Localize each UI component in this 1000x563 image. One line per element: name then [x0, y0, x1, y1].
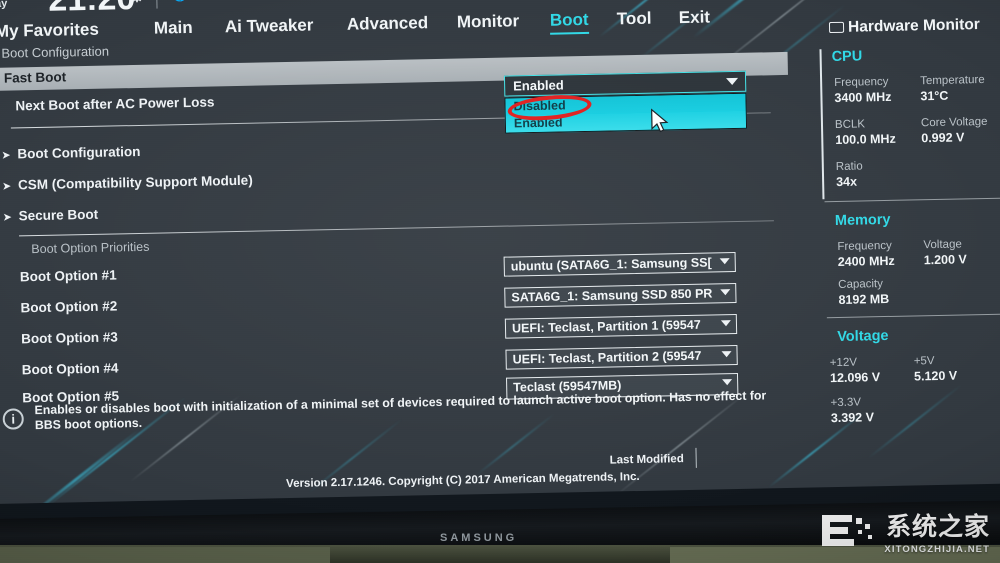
tab-monitor[interactable]: Monitor — [457, 11, 520, 34]
rail-5v-key: +5V — [913, 355, 935, 368]
last-modified-label[interactable]: Last Modified — [610, 453, 684, 466]
watermark-logo-icon — [822, 515, 872, 546]
bios-version-text: Version 2.17.1246. Copyright (C) 2017 Am… — [285, 470, 640, 491]
fast-boot-label: Fast Boot — [3, 69, 67, 86]
tab-advanced[interactable]: Advanced — [347, 13, 429, 37]
cpu-temperature-key: Temperature — [920, 73, 985, 88]
tab-ai-tweaker[interactable]: Ai Tweaker — [225, 15, 314, 39]
mem-frequency-key: Frequency — [837, 239, 892, 253]
bios-screen: ty Advanced Mode 1/2017 day 21:20 ⚙ 🌐Eng… — [0, 0, 1000, 504]
rail-33v-key: +3.3V — [830, 396, 862, 410]
info-icon: i — [2, 408, 24, 430]
rail-12v-value: 12.096 V — [829, 370, 881, 386]
watermark-en-text: XITONGZHIJIA.NET — [884, 544, 990, 555]
chevron-down-icon — [726, 77, 739, 86]
mem-capacity-key: Capacity — [838, 278, 884, 291]
boot-option-3-label: Boot Option #3 — [20, 329, 119, 347]
mem-voltage-key: Voltage — [923, 238, 962, 252]
cpu-frequency-value: 3400 MHz — [834, 89, 892, 105]
globe-icon: 🌐 — [172, 0, 188, 3]
footer-divider — [695, 447, 697, 468]
chevron-right-icon: ➤ — [1, 149, 11, 162]
boot-priorities-heading: Boot Option Priorities — [31, 239, 150, 257]
photo-of-monitor: ty Advanced Mode 1/2017 day 21:20 ⚙ 🌐Eng… — [0, 0, 1000, 563]
cpu-section-accent — [819, 49, 825, 200]
csm-label: CSM (Compatibility Support Module) — [17, 172, 253, 193]
system-clock: 21:20 — [48, 0, 136, 20]
mem-capacity-value: 8192 MB — [838, 291, 890, 307]
myfavorite-button[interactable]: 🗄MyFavorite(F3) — [263, 0, 372, 1]
mem-voltage-value: 1.200 V — [923, 252, 967, 268]
boot-option-2-label: Boot Option #2 — [20, 298, 118, 316]
dropdown-option-enabled[interactable]: Enabled — [505, 110, 747, 133]
settings-list: Fast Boot Next Boot after AC Power Loss … — [0, 51, 794, 405]
site-watermark: 系统之家 XITONGZHIJIA.NET — [818, 505, 994, 555]
mem-frequency-value: 2400 MHz — [837, 253, 895, 269]
secure-boot-label: Secure Boot — [18, 206, 99, 224]
cpu-bclk-key: BCLK — [834, 118, 866, 131]
boot-option-4-label: Boot Option #4 — [21, 360, 119, 378]
gear-icon[interactable]: ⚙ — [129, 0, 145, 7]
rail-5v-value: 5.120 V — [913, 368, 958, 384]
chevron-down-icon — [721, 351, 732, 358]
system-date: 1/2017 day — [0, 0, 22, 10]
desk-left — [0, 547, 330, 563]
hwm-section-cpu: CPU — [831, 48, 863, 66]
monitor-brand-logo: SAMSUNG — [440, 532, 518, 544]
cpu-core-voltage-value: 0.992 V — [921, 130, 965, 146]
fast-boot-dropdown-options[interactable]: Disabled Enabled — [504, 92, 748, 134]
cpu-core-voltage-key: Core Voltage — [920, 115, 988, 130]
chevron-down-icon — [720, 289, 731, 296]
bookmark-icon: 🗄 — [263, 0, 279, 1]
tab-main[interactable]: Main — [154, 18, 193, 41]
date-line-2: day — [0, 0, 8, 10]
monitor-icon — [828, 21, 845, 34]
rail-33v-value: 3.392 V — [830, 410, 875, 426]
boot-configuration-label: Boot Configuration — [17, 143, 141, 162]
boot-option-4-value: UEFI: Teclast, Partition 2 (59547 — [512, 348, 702, 367]
chevron-down-icon — [720, 320, 732, 327]
watermark-cn-text: 系统之家 — [885, 512, 990, 541]
boot-option-1-value: ubuntu (SATA6G_1: Samsung SS[ — [510, 255, 712, 274]
cpu-bclk-value: 100.0 MHz — [835, 131, 896, 147]
boot-option-1-label: Boot Option #1 — [19, 267, 117, 285]
tab-exit[interactable]: Exit — [679, 7, 711, 30]
hardware-monitor-title-text: Hardware Monitor — [847, 16, 980, 36]
hwm-section-memory: Memory — [834, 211, 891, 230]
language-selector[interactable]: 🌐English — [172, 0, 237, 3]
chevron-right-icon: ➤ — [1, 180, 12, 193]
hardware-monitor-panel: Hardware Monitor CPU Frequency 3400 MHz … — [807, 15, 1000, 425]
hwm-section-voltage: Voltage — [837, 327, 889, 345]
chevron-right-icon: ➤ — [2, 211, 13, 224]
cpu-temperature-value: 31°C — [920, 88, 949, 104]
header-divider — [156, 0, 158, 9]
boot-option-2-value: SATA6G_1: Samsung SSD 850 PR — [511, 286, 713, 305]
hwm-divider-2 — [826, 313, 1000, 319]
cpu-frequency-key: Frequency — [834, 75, 889, 89]
next-boot-label: Next Boot after AC Power Loss — [15, 94, 215, 114]
rail-12v-key: +12V — [829, 356, 858, 370]
tab-boot[interactable]: Boot — [549, 9, 589, 35]
boot-option-3-value: UEFI: Teclast, Partition 1 (59547 — [511, 317, 701, 336]
hwm-divider-1 — [824, 197, 1000, 203]
tab-tool[interactable]: Tool — [617, 9, 652, 32]
breadcrumb: Boot Configuration — [1, 43, 110, 61]
hardware-monitor-title: Hardware Monitor — [828, 16, 980, 37]
cpu-ratio-key: Ratio — [835, 160, 863, 173]
chevron-down-icon — [722, 379, 733, 386]
cpu-ratio-value: 34x — [836, 174, 858, 189]
chevron-down-icon — [719, 258, 730, 265]
fast-boot-selected-value: Enabled — [513, 77, 564, 94]
tab-my-favorites[interactable]: My Favorites — [0, 20, 99, 44]
